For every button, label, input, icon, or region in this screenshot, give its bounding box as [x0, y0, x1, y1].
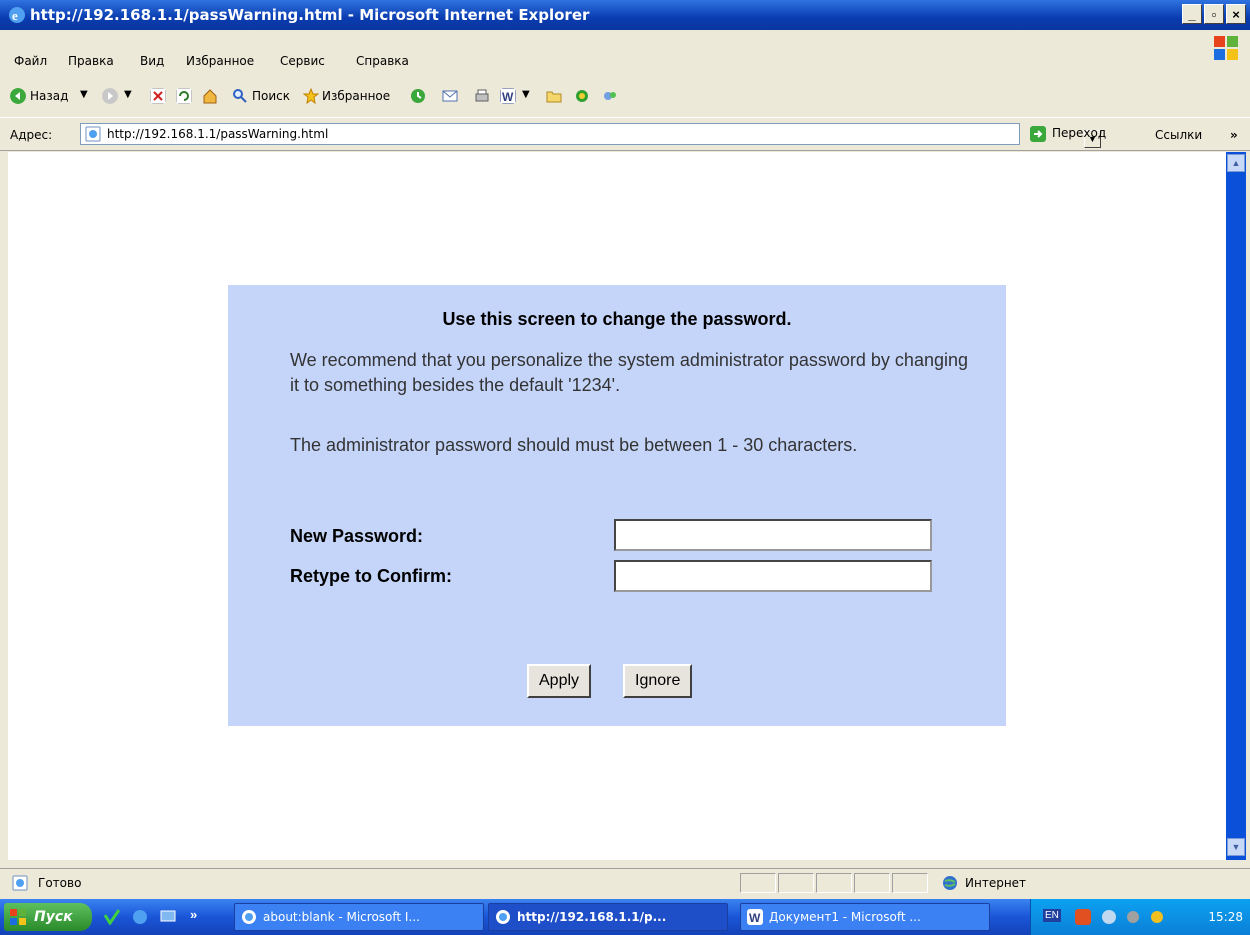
internet-globe-icon	[943, 876, 957, 890]
system-tray: EN 15:28	[1030, 899, 1250, 935]
search-button[interactable]: Поиск	[252, 89, 290, 103]
menu-edit[interactable]: Правка	[68, 54, 114, 68]
window-title: http://192.168.1.1/passWarning.html - Mi…	[30, 6, 590, 24]
quicklaunch-desktop-icon[interactable]	[160, 909, 176, 925]
task-ie-icon	[496, 910, 510, 924]
go-button[interactable]: Переход	[1052, 126, 1106, 140]
folder-icon[interactable]	[546, 88, 562, 104]
length-requirement-text: The administrator password should must b…	[290, 435, 858, 455]
done-page-icon	[12, 875, 28, 891]
password-panel: Use this screen to change the password. …	[228, 285, 1006, 726]
taskbar: Пуск » about:blank - Microsoft I... http…	[0, 899, 1250, 935]
tray-messenger-icon[interactable]	[1149, 909, 1165, 925]
recommendation-text: We recommend that you personalize the sy…	[290, 350, 968, 395]
minimize-button[interactable]: _	[1182, 4, 1202, 24]
forward-dropdown-icon[interactable]: ▼	[124, 89, 132, 100]
task-word-document[interactable]: W Документ1 - Microsoft ...	[740, 903, 990, 931]
task-about-blank[interactable]: about:blank - Microsoft I...	[234, 903, 484, 931]
status-text: Готово	[38, 876, 82, 890]
status-bar: Готово Интернет	[0, 868, 1250, 897]
task-passwarning[interactable]: http://192.168.1.1/p...	[488, 903, 728, 931]
back-arrow-icon[interactable]	[10, 88, 26, 104]
address-bar: Адрес: http://192.168.1.1/passWarning.ht…	[0, 117, 1250, 151]
home-icon[interactable]	[202, 88, 218, 104]
edit-dropdown-icon[interactable]: ▼	[522, 89, 530, 100]
toolbar: Назад ▼ ▼ Поиск Избранное W ▼	[0, 80, 1250, 114]
word-edit-icon[interactable]: W	[500, 88, 516, 104]
status-pane	[740, 873, 776, 893]
status-pane	[892, 873, 928, 893]
mail-icon[interactable]	[442, 88, 458, 104]
ie-icon: e	[9, 7, 25, 23]
language-indicator[interactable]: EN	[1043, 909, 1061, 922]
menu-favorites[interactable]: Избранное	[186, 54, 254, 68]
confirm-password-label: Retype to Confirm:	[290, 566, 452, 586]
chevron-right-icon[interactable]: »	[1230, 128, 1238, 142]
go-arrow-icon[interactable]	[1030, 126, 1046, 142]
new-password-input[interactable]	[614, 519, 932, 551]
status-pane	[854, 873, 890, 893]
status-pane	[778, 873, 814, 893]
tray-sound-icon[interactable]	[1125, 909, 1141, 925]
quicklaunch-ie-icon[interactable]	[132, 909, 148, 925]
address-label: Адрес:	[10, 128, 53, 142]
start-label: Пуск	[34, 909, 73, 925]
task-label: about:blank - Microsoft I...	[263, 910, 420, 924]
tray-app-icon[interactable]	[1075, 909, 1091, 925]
svg-text:W: W	[749, 911, 761, 925]
history-icon[interactable]	[410, 88, 426, 104]
windows-flag-icon	[10, 909, 26, 925]
confirm-password-input[interactable]	[614, 560, 932, 592]
vertical-scrollbar[interactable]: ▲ ▼	[1226, 152, 1246, 860]
back-dropdown-icon[interactable]: ▼	[80, 89, 88, 100]
task-label: http://192.168.1.1/p...	[517, 910, 667, 924]
svg-text:W: W	[502, 90, 514, 104]
menu-file[interactable]: Файл	[14, 54, 47, 68]
security-zone-text: Интернет	[965, 876, 1027, 890]
address-url: http://192.168.1.1/passWarning.html	[107, 127, 329, 141]
print-icon[interactable]	[474, 88, 490, 104]
ignore-button[interactable]: Ignore	[623, 664, 693, 698]
forward-arrow-icon[interactable]	[102, 88, 118, 104]
start-button[interactable]: Пуск	[4, 903, 92, 931]
clock: 15:28	[1208, 910, 1243, 924]
new-password-label: New Password:	[290, 526, 424, 546]
links-button[interactable]: Ссылки	[1155, 128, 1202, 142]
task-ie-icon	[242, 910, 256, 924]
svg-text:e: e	[12, 8, 18, 23]
page-icon	[85, 126, 101, 142]
apply-button[interactable]: Apply	[527, 664, 592, 698]
address-field[interactable]: http://192.168.1.1/passWarning.html ▼	[80, 123, 1101, 148]
status-pane	[816, 873, 852, 893]
back-button[interactable]: Назад	[30, 89, 68, 103]
favorites-button[interactable]: Избранное	[322, 89, 390, 103]
favorites-star-icon[interactable]	[303, 88, 319, 104]
search-icon[interactable]	[232, 88, 248, 104]
tray-network-icon[interactable]	[1101, 909, 1117, 925]
stop-icon[interactable]	[150, 88, 166, 104]
task-word-icon: W	[747, 909, 763, 925]
task-label: Документ1 - Microsoft ...	[769, 910, 921, 924]
close-button[interactable]: ×	[1226, 4, 1246, 24]
page-content: Use this screen to change the password. …	[8, 152, 1226, 860]
menu-help[interactable]: Справка	[356, 54, 409, 68]
menu-tools[interactable]: Сервис	[280, 54, 325, 68]
research-icon[interactable]	[602, 88, 618, 104]
title-bar: e http://192.168.1.1/passWarning.html - …	[0, 0, 1250, 30]
quicklaunch-more-icon[interactable]: »	[190, 907, 197, 922]
refresh-icon[interactable]	[176, 88, 192, 104]
maximize-button[interactable]: ▫	[1204, 4, 1224, 24]
messenger-icon[interactable]	[574, 88, 590, 104]
scroll-down-icon[interactable]: ▼	[1227, 838, 1245, 856]
page-heading: Use this screen to change the password.	[442, 309, 792, 329]
scroll-up-icon[interactable]: ▲	[1227, 154, 1245, 172]
windows-logo-icon	[1214, 36, 1238, 60]
quicklaunch-check-icon[interactable]	[104, 909, 120, 925]
menu-view[interactable]: Вид	[140, 54, 164, 68]
menu-bar: Файл Правка Вид Избранное Сервис Справка	[0, 44, 1250, 74]
